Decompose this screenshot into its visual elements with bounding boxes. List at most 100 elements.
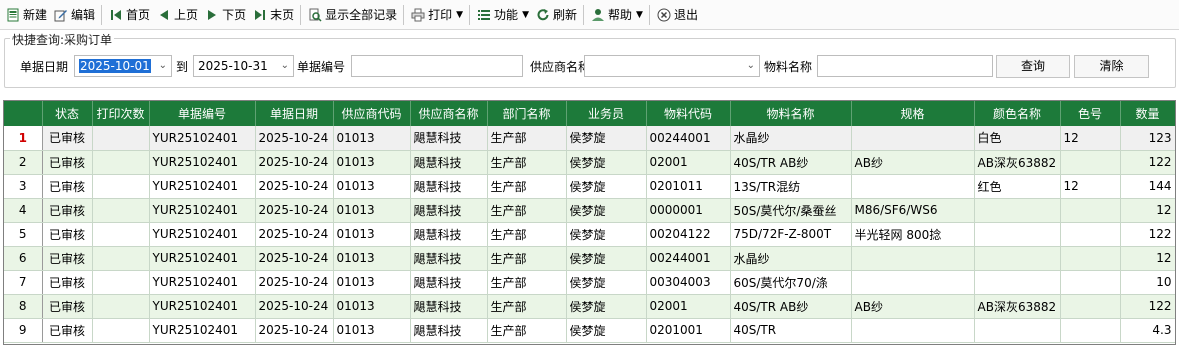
next-page-button[interactable]: 下页: [201, 3, 249, 27]
cell-color-no[interactable]: 12: [1060, 174, 1121, 199]
cell-qty[interactable]: 122: [1120, 294, 1175, 319]
cell-doc[interactable]: YUR25102401: [149, 126, 256, 151]
cell-date[interactable]: 2025-10-24: [255, 270, 334, 295]
column-header[interactable]: 状态: [42, 101, 93, 126]
show-all-records-button[interactable]: 显示全部记录: [304, 3, 400, 27]
column-header[interactable]: 供应商名称: [410, 101, 488, 126]
cell-sup-name[interactable]: 飓慧科技: [410, 126, 488, 151]
table-row[interactable]: 5 已审核 YUR25102401 2025-10-24 01013 飓慧科技 生产部 侯梦旋…: [4, 222, 1175, 247]
exit-button[interactable]: 退出: [653, 3, 701, 27]
cell-sup-code[interactable]: 01013: [333, 126, 411, 151]
cell-dept[interactable]: 生产部: [487, 198, 567, 223]
table-row[interactable]: 1 已审核 YUR25102401 2025-10-24 01013 飓慧科技 生产部 侯梦旋…: [4, 126, 1175, 151]
cell-staff[interactable]: 侯梦旋: [566, 318, 647, 343]
cell-sup-code[interactable]: 01013: [333, 198, 411, 223]
cell-spec[interactable]: AB纱: [851, 294, 975, 319]
cell-spec[interactable]: M86/SF6/WS6: [851, 198, 975, 223]
cell-mat-code[interactable]: 02001: [646, 150, 731, 175]
cell-mat-name[interactable]: 40S/TR: [730, 318, 852, 343]
column-header[interactable]: 单据日期: [255, 101, 334, 126]
column-header[interactable]: 物料名称: [730, 101, 852, 126]
table-row[interactable]: 2 已审核 YUR25102401 2025-10-24 01013 飓慧科技 生产部 侯梦旋…: [4, 150, 1175, 175]
column-header[interactable]: 颜色名称: [974, 101, 1061, 126]
edit-button[interactable]: 编辑: [50, 3, 98, 27]
cell-staff[interactable]: 侯梦旋: [566, 294, 647, 319]
print-button[interactable]: 打印 ▼: [407, 3, 466, 27]
cell-color-no[interactable]: [1060, 198, 1121, 223]
cell-mat-name[interactable]: 水晶纱: [730, 246, 852, 271]
function-menu-button[interactable]: 功能 ▼: [473, 3, 532, 27]
cell-status[interactable]: 已审核: [42, 270, 93, 295]
doc-no-input[interactable]: [351, 55, 523, 77]
cell-prints[interactable]: [92, 318, 150, 343]
row-number[interactable]: 9: [4, 318, 43, 343]
cell-status[interactable]: 已审核: [42, 150, 93, 175]
cell-mat-code[interactable]: 00244001: [646, 126, 731, 151]
cell-color[interactable]: [974, 246, 1061, 271]
cell-mat-name[interactable]: 60S/莫代尔70/涤: [730, 270, 852, 295]
cell-prints[interactable]: [92, 126, 150, 151]
cell-dept[interactable]: 生产部: [487, 246, 567, 271]
cell-staff[interactable]: 侯梦旋: [566, 270, 647, 295]
cell-doc[interactable]: YUR25102401: [149, 222, 256, 247]
cell-qty[interactable]: 12: [1120, 246, 1175, 271]
cell-qty[interactable]: 123: [1120, 126, 1175, 151]
cell-color-no[interactable]: [1060, 246, 1121, 271]
cell-staff[interactable]: 侯梦旋: [566, 222, 647, 247]
column-header[interactable]: 打印次数: [92, 101, 150, 126]
row-number[interactable]: 7: [4, 270, 43, 295]
date-to-picker[interactable]: 2025-10-31 ⌄: [193, 55, 294, 77]
cell-staff[interactable]: 侯梦旋: [566, 126, 647, 151]
cell-color[interactable]: [974, 270, 1061, 295]
cell-dept[interactable]: 生产部: [487, 174, 567, 199]
cell-sup-name[interactable]: 飓慧科技: [410, 294, 488, 319]
cell-mat-code[interactable]: 00204122: [646, 222, 731, 247]
cell-color[interactable]: [974, 198, 1061, 223]
cell-doc[interactable]: YUR25102401: [149, 246, 256, 271]
cell-status[interactable]: 已审核: [42, 294, 93, 319]
cell-prints[interactable]: [92, 222, 150, 247]
cell-mat-name[interactable]: 40S/TR AB纱: [730, 294, 852, 319]
cell-color-no[interactable]: [1060, 318, 1121, 343]
cell-prints[interactable]: [92, 294, 150, 319]
cell-color-no[interactable]: [1060, 150, 1121, 175]
cell-date[interactable]: 2025-10-24: [255, 126, 334, 151]
cell-dept[interactable]: 生产部: [487, 294, 567, 319]
cell-spec[interactable]: [851, 246, 975, 271]
cell-dept[interactable]: 生产部: [487, 270, 567, 295]
cell-sup-name[interactable]: 飓慧科技: [410, 174, 488, 199]
table-row[interactable]: 7 已审核 YUR25102401 2025-10-24 01013 飓慧科技 生产部 侯梦旋…: [4, 270, 1175, 295]
cell-mat-name[interactable]: 40S/TR AB纱: [730, 150, 852, 175]
first-page-button[interactable]: 首页: [105, 3, 153, 27]
cell-sup-code[interactable]: 01013: [333, 222, 411, 247]
help-menu-button[interactable]: 帮助 ▼: [587, 3, 646, 27]
cell-color-no[interactable]: 12: [1060, 126, 1121, 151]
column-header[interactable]: 规格: [851, 101, 975, 126]
cell-date[interactable]: 2025-10-24: [255, 294, 334, 319]
table-row[interactable]: 3 已审核 YUR25102401 2025-10-24 01013 飓慧科技 生产部 侯梦旋…: [4, 174, 1175, 199]
last-page-button[interactable]: 末页: [249, 3, 297, 27]
cell-color[interactable]: AB深灰63882: [974, 150, 1061, 175]
cell-color[interactable]: [974, 222, 1061, 247]
cell-sup-code[interactable]: 01013: [333, 318, 411, 343]
prev-page-button[interactable]: 上页: [153, 3, 201, 27]
cell-staff[interactable]: 侯梦旋: [566, 198, 647, 223]
cell-color-no[interactable]: [1060, 294, 1121, 319]
cell-sup-code[interactable]: 01013: [333, 246, 411, 271]
cell-sup-name[interactable]: 飓慧科技: [410, 246, 488, 271]
table-row[interactable]: 4 已审核 YUR25102401 2025-10-24 01013 飓慧科技 生产部 侯梦旋…: [4, 198, 1175, 223]
cell-spec[interactable]: 半光轻网 800捻: [851, 222, 975, 247]
cell-staff[interactable]: 侯梦旋: [566, 246, 647, 271]
cell-spec[interactable]: [851, 174, 975, 199]
column-header[interactable]: 业务员: [566, 101, 647, 126]
cell-sup-code[interactable]: 01013: [333, 150, 411, 175]
cell-doc[interactable]: YUR25102401: [149, 270, 256, 295]
row-number[interactable]: 8: [4, 294, 43, 319]
cell-qty[interactable]: 122: [1120, 222, 1175, 247]
cell-spec[interactable]: [851, 270, 975, 295]
cell-qty[interactable]: 10: [1120, 270, 1175, 295]
material-input[interactable]: [817, 55, 993, 77]
row-number[interactable]: 4: [4, 198, 43, 223]
cell-mat-code[interactable]: 00304003: [646, 270, 731, 295]
column-header[interactable]: 数量: [1120, 101, 1175, 126]
